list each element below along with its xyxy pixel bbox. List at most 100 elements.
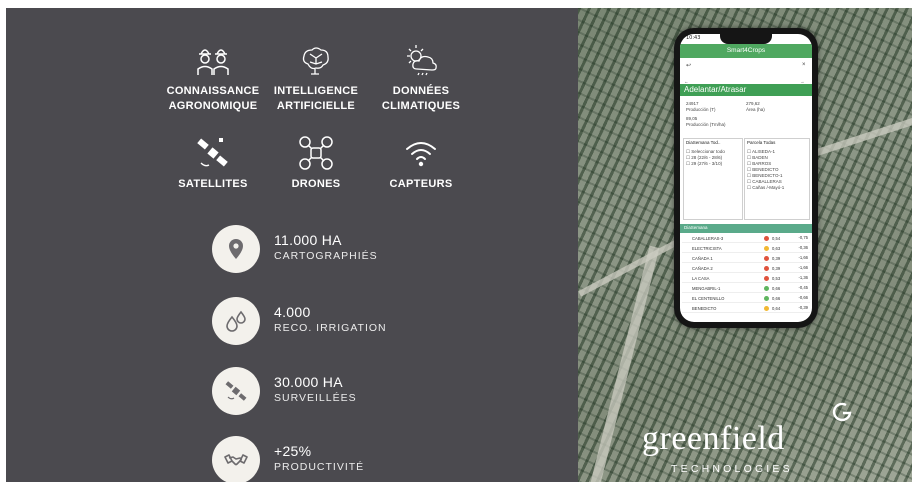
- table-header-label: DiaSemana: [684, 225, 708, 230]
- table-row[interactable]: CAÑADA 1 0,39 -1,66: [682, 255, 810, 263]
- status-dot: [764, 256, 769, 261]
- filter-title: DiaSemana Tod..: [686, 140, 721, 145]
- metric-value: 89,05: [686, 116, 698, 121]
- row-name: ELECTRICISTA: [692, 246, 722, 251]
- water-drops-icon: [226, 310, 246, 332]
- stat-icon-circle: [212, 367, 260, 415]
- row-delta: -0,45: [798, 285, 808, 290]
- status-dot: [764, 236, 769, 241]
- feature-climate: DONNÉES CLIMATIQUES: [366, 42, 476, 114]
- dirt-road: [810, 101, 912, 158]
- metric-value: 279,62: [746, 101, 760, 106]
- row-value: 0,64: [772, 306, 781, 311]
- row-delta: -1,66: [798, 255, 808, 260]
- row-value: 0,66: [772, 286, 781, 291]
- table-header: DiaSemana: [680, 224, 812, 233]
- status-dot: [764, 296, 769, 301]
- status-dot: [764, 286, 769, 291]
- row-value: 0,54: [772, 236, 781, 241]
- stat-value: +25%: [274, 443, 312, 459]
- feature-label: INTELLIGENCE ARTIFICIELLE: [273, 85, 359, 112]
- row-value: 0,39: [772, 266, 781, 271]
- table-row[interactable]: CAÑADA 2 0,39 -1,66: [682, 265, 810, 273]
- phone-screen: 10:43 Smart4Crops ↩ × ← → Adelantar/Atra…: [680, 34, 812, 322]
- status-dot: [764, 246, 769, 251]
- stat-value: 30.000 HA: [274, 374, 343, 390]
- filter-plot[interactable]: Parcela Todas ☐ ALISEDA-1 ☐ BADEN ☐ BARR…: [744, 138, 810, 220]
- brand-name: greenfield: [642, 420, 785, 457]
- metric-label: Producción (Tm/ha): [686, 122, 726, 127]
- status-time: 10:43: [686, 35, 701, 41]
- handshake-icon: [224, 454, 248, 466]
- section-header: Adelantar/Atrasar: [680, 84, 812, 96]
- table-row[interactable]: MENGABRIL-1 0,66 -0,45: [682, 285, 810, 293]
- satellite-icon: [197, 138, 228, 167]
- row-delta: -0,39: [798, 305, 808, 310]
- brain-network-icon: [302, 47, 329, 75]
- stat-label: PRODUCTIVITÉ: [274, 461, 365, 473]
- feature-label: DONNÉES CLIMATIQUES: [381, 85, 461, 112]
- feature-agronomy: CONNAISSANCE AGRONOMIQUE: [158, 42, 268, 114]
- row-name: LA CASA: [692, 276, 710, 281]
- stat-icon-circle: [212, 436, 260, 482]
- metric-value: 24917: [686, 101, 699, 106]
- table-row[interactable]: BENEDICTO 0,64 -0,39: [682, 305, 810, 313]
- drone-icon: [299, 136, 333, 170]
- row-name: BENEDICTO: [692, 306, 717, 311]
- stat-value: 4.000: [274, 304, 311, 320]
- stat-value: 11.000 HA: [274, 232, 342, 248]
- table-row[interactable]: LA CASA 0,53 -1,36: [682, 275, 810, 283]
- infographic-frame: CONNAISSANCE AGRONOMIQUE INTELLIGENCE AR…: [6, 8, 912, 482]
- farmers-icon: [197, 49, 229, 75]
- status-dot: [764, 266, 769, 271]
- row-name: EL CENTENILLO: [692, 296, 725, 301]
- row-value: 0,63: [772, 246, 781, 251]
- filter-week[interactable]: DiaSemana Tod.. ☐ Seleccionar todo ☐ 28 …: [683, 138, 743, 220]
- row-value: 0,66: [772, 296, 781, 301]
- row-name: CAÑADA 1: [692, 256, 713, 261]
- row-delta: -0,66: [798, 295, 808, 300]
- back-icon[interactable]: ↩: [686, 62, 691, 69]
- feature-label: CAPTEURS: [389, 178, 453, 190]
- smartphone-mockup: 10:43 Smart4Crops ↩ × ← → Adelantar/Atra…: [674, 28, 818, 328]
- close-icon[interactable]: ×: [802, 62, 806, 68]
- aerial-photo-panel: 10:43 Smart4Crops ↩ × ← → Adelantar/Atra…: [578, 8, 912, 482]
- location-pin-icon: [229, 239, 243, 259]
- table-row[interactable]: ELECTRICISTA 0,63 -0,36: [682, 245, 810, 253]
- feature-label: DRONES: [291, 178, 341, 190]
- brand-tagline: TECHNOLOGIES: [671, 463, 793, 475]
- app-header: Smart4Crops: [680, 44, 812, 58]
- row-name: MENGABRIL-1: [692, 286, 721, 291]
- status-dot: [764, 276, 769, 281]
- phone-notch: [720, 34, 772, 44]
- row-name: CABALLERAS-3: [692, 236, 724, 241]
- feature-ai: INTELLIGENCE ARTIFICIELLE: [261, 42, 371, 114]
- stat-label: SURVEILLÉES: [274, 392, 357, 404]
- row-value: 0,39: [772, 256, 781, 261]
- row-name: CAÑADA 2: [692, 266, 713, 271]
- feature-label: SATELLITES: [178, 178, 248, 190]
- data-table: CABALLERAS-3 0,54 -0,75 ELECTRICISTA 0,63 -0,…: [682, 235, 810, 319]
- section-title: Adelantar/Atrasar: [684, 85, 747, 94]
- filter-option[interactable]: ☐ 29 (27/6 - 3/10): [686, 161, 722, 167]
- filter-title: Parcela Todas: [747, 140, 776, 145]
- stat-icon-circle: [212, 297, 260, 345]
- status-dot: [764, 306, 769, 311]
- satellite-icon: [225, 381, 247, 401]
- row-delta: -0,75: [798, 235, 808, 240]
- row-delta: -0,36: [798, 245, 808, 250]
- table-row[interactable]: EL CENTENILLO 0,66 -0,66: [682, 295, 810, 303]
- filter-option[interactable]: ☐ Cañas /-Mayó-1: [747, 185, 784, 191]
- feature-drones: DRONES: [261, 135, 371, 192]
- features-panel: CONNAISSANCE AGRONOMIQUE INTELLIGENCE AR…: [6, 8, 578, 482]
- stat-icon-circle: [212, 225, 260, 273]
- feature-satellites: SATELLITES: [158, 135, 268, 192]
- wifi-sensor-icon: [406, 142, 436, 167]
- app-title: Smart4Crops: [726, 47, 766, 54]
- row-value: 0,53: [772, 276, 781, 281]
- row-delta: -1,36: [798, 275, 808, 280]
- feature-label: CONNAISSANCE AGRONOMIQUE: [166, 85, 260, 112]
- metric-label: Área (ha): [746, 107, 765, 112]
- sun-cloud-icon: [407, 45, 437, 76]
- table-row[interactable]: CABALLERAS-3 0,54 -0,75: [682, 235, 810, 243]
